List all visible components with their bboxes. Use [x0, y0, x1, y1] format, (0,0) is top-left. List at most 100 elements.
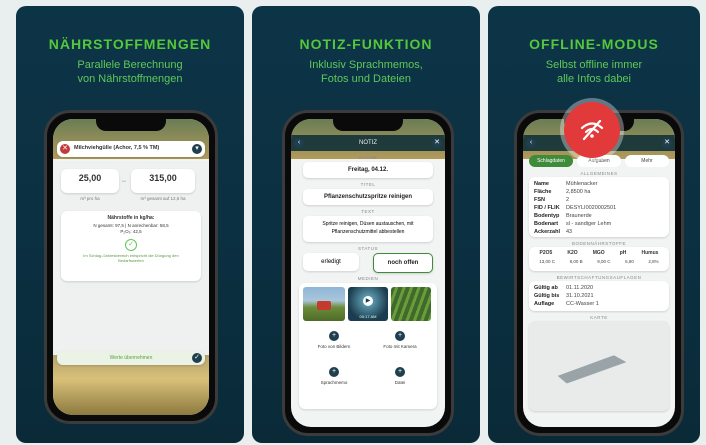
section-status: STATUS [357, 246, 379, 251]
action-file[interactable]: + Datei [369, 363, 431, 397]
phone-frame: ✕ Milchviehgülle (Achor, 7,5 % TM) ▾ 25,… [44, 110, 218, 424]
valid-row: Gültig bis 31.10.2021 [534, 292, 664, 300]
media-thumb-audio[interactable]: ▶ 00:17 AM [348, 287, 388, 321]
row-value: DESYLI0020002501 [566, 205, 617, 211]
section-valid: BEWIRTSCHAFTUNGSAUFLAGEN [556, 275, 642, 280]
phone-frame: ‹ ✕ Schlagdaten Aufgaben Mehr ALLGEMEINE… [514, 110, 684, 436]
soil-value: 8,00 B [569, 259, 583, 264]
nutrients-line: P₂O₅: 42,5 [120, 229, 142, 234]
subtitle-line: Parallele Berechnung [77, 59, 183, 71]
plus-icon: + [329, 331, 339, 341]
row-key: Gültig bis [534, 293, 560, 299]
row-key: FID / FLIK [534, 205, 560, 211]
row-value: 2,8500 ha [566, 189, 591, 195]
close-icon[interactable]: ✕ [60, 144, 70, 154]
soil-head: P2O5 [539, 250, 553, 256]
amount-unit: m³ pro ha [80, 196, 100, 201]
phone-notch [333, 119, 403, 131]
check-icon[interactable]: ✓ [192, 353, 202, 363]
row-key: Gültig ab [534, 285, 558, 291]
section-soil: BODENNÄHRSTOFFE [572, 241, 626, 246]
panel-subtitle: Parallele Berechnung von Nährstoffmengen [16, 58, 244, 86]
title-field[interactable]: Pflanzenschutzspritze reinigen [303, 189, 433, 205]
plus-icon: + [395, 367, 405, 377]
subtitle-line: Selbst offline immer [545, 59, 643, 71]
general-row: FSN 2 [534, 196, 664, 204]
section-text: TEXT [361, 209, 375, 214]
tab-mehr[interactable]: Mehr [625, 155, 669, 167]
subtitle-line: Inklusiv Sprachmemos, [309, 59, 423, 71]
media-thumb-tractor[interactable] [303, 287, 345, 321]
amount-per-ha-input[interactable]: 25,00 [61, 169, 119, 193]
status-done-button[interactable]: erledigt [303, 253, 359, 271]
nutrients-title: Nährstoffe in kg/ha: [107, 215, 155, 221]
row-value: sl - sandiger Lehm [566, 221, 612, 227]
section-general: ALLGEMEINES [580, 171, 618, 176]
amount-total-unit: m³ gesamt auf 12,6 ha [140, 196, 186, 201]
section-map: KARTE [590, 315, 608, 320]
soil-value: 9,00 C [597, 259, 611, 264]
status-done-label: erledigt [321, 259, 341, 265]
action-photo-camera[interactable]: + Foto mit Kamera [369, 327, 431, 361]
note-header-title: NOTIZ [359, 140, 377, 146]
action-label: Foto mit Kamera [383, 344, 417, 349]
row-key: Ackerzahl [534, 229, 560, 235]
action-voice-memo[interactable]: + Sprachmemo [303, 363, 365, 397]
text-field[interactable]: Spritze reinigen, Düsen austauschen, mit… [303, 216, 433, 242]
phone-frame: ‹ NOTIZ ✕ DATUM Freitag, 04.12. TITEL Pf… [282, 110, 454, 436]
product-selector[interactable]: ✕ Milchviehgülle (Achor, 7,5 % TM) ▾ [57, 141, 205, 157]
amount-value: 25,00 [78, 173, 102, 183]
date-field[interactable]: Freitag, 04.12. [303, 162, 433, 178]
row-key: Name [534, 181, 549, 187]
back-icon[interactable]: ‹ [294, 138, 304, 148]
amount-total-input[interactable]: 315,00 [131, 169, 195, 193]
general-row: Ackerzahl 43 [534, 228, 664, 236]
section-media: MEDIEN [357, 276, 379, 281]
valid-card: Gültig ab 01.11.2020 Gültig bis 31.10.2021… [529, 281, 669, 311]
tab-label: Aufgaben [588, 158, 610, 164]
media-thumb-field[interactable] [391, 287, 431, 321]
row-value: 01.11.2020 [566, 285, 594, 291]
chevron-down-icon[interactable]: ▾ [192, 144, 202, 154]
back-icon[interactable]: ‹ [526, 138, 536, 148]
row-value: 31.10.2021 [566, 293, 594, 299]
check-circle-icon: ✓ [125, 239, 137, 251]
map-card[interactable] [529, 321, 669, 411]
row-key: Bodenart [534, 221, 559, 227]
row-key: FSN [534, 197, 545, 203]
panel-subtitle: Selbst offline immer alle Infos dabei [488, 58, 700, 86]
plus-icon: + [329, 367, 339, 377]
row-value: CC-Wasser 1 [566, 301, 599, 307]
phone-screen: ‹ NOTIZ ✕ DATUM Freitag, 04.12. TITEL Pf… [291, 119, 445, 427]
close-icon[interactable]: ✕ [662, 138, 672, 148]
amount-total-value: 315,00 [149, 173, 177, 183]
action-label: Sprachmemo [320, 380, 348, 385]
soil-head: Humus [641, 250, 659, 256]
row-value: Mühlenacker [566, 181, 598, 187]
subtitle-line: von Nährstoffmengen [77, 73, 183, 85]
ok-message: Im Schlag-/Jahresbereich entspricht die … [83, 253, 179, 263]
panel-offline-modus: OFFLINE-MODUS Selbst offline immer alle … [488, 6, 700, 443]
play-icon: ▶ [363, 296, 373, 306]
general-row: FID / FLIK DESYLI0020002501 [534, 204, 664, 212]
tractor-shape [317, 301, 331, 310]
plus-icon: + [395, 331, 405, 341]
row-value: Braunerde [566, 213, 592, 219]
action-photo-gallery[interactable]: + Foto von Bildern [303, 327, 365, 361]
status-open-label: noch offen [387, 260, 419, 266]
tab-schlagdaten[interactable]: Schlagdaten [529, 155, 573, 167]
field-polygon [556, 353, 628, 385]
close-icon[interactable]: ✕ [432, 138, 442, 148]
soil-head: pH [619, 250, 627, 256]
valid-row: Gültig ab 01.11.2020 [534, 284, 664, 292]
action-label: Datei [394, 380, 406, 385]
soil-value-row: 13,00 C 8,00 B 9,00 C 6,80 2,8% [532, 259, 666, 264]
soil-card: P2O5 K2O MGO pH Humus 13,00 C 8,00 B 9,0… [529, 247, 669, 271]
subtitle-line: alle Infos dabei [557, 73, 631, 85]
apply-values-button[interactable]: Werte übernehmen ✓ [57, 351, 205, 365]
general-row: Fläche 2,8500 ha [534, 188, 664, 196]
status-open-button[interactable]: noch offen [373, 253, 433, 273]
nutrients-card: Nährstoffe in kg/ha: N gesamt: 97,5 | N … [61, 211, 201, 281]
row-key: Bodentyp [534, 213, 560, 219]
panel-title: NÄHRSTOFFMENGEN [48, 36, 212, 52]
